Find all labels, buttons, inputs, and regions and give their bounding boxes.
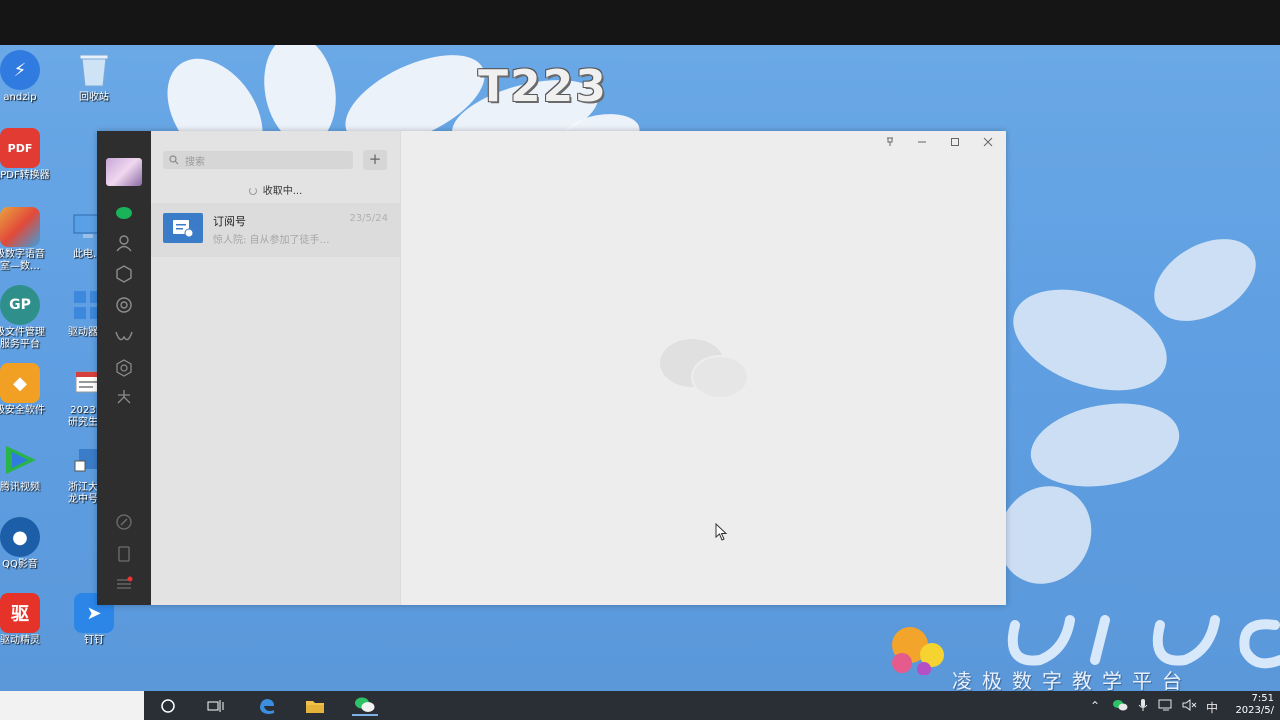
network-icon[interactable] [1158, 699, 1174, 714]
pdf-converter-icon: PDF [0, 128, 40, 168]
wallpaper-petal [1139, 222, 1271, 338]
desktop-icon-language-lab[interactable]: 级数字语音 室—数… [0, 207, 52, 273]
minimize-button[interactable] [911, 133, 933, 151]
tray-wechat-icon[interactable] [1112, 699, 1128, 714]
bandizip-icon: ⚡ [0, 50, 40, 90]
clock-date: 2023/5/ [1235, 705, 1274, 716]
moments-icon[interactable] [113, 296, 135, 314]
machine-label: T223 [478, 61, 608, 112]
desktop-icon-pdf-converter[interactable]: PDF 先PDF转换器 [0, 128, 52, 182]
microphone-icon[interactable] [1138, 699, 1148, 714]
menu-icon[interactable] [113, 575, 135, 593]
language-lab-icon [0, 207, 40, 247]
search-icon [169, 155, 179, 165]
brand-text: 凌极数字教学平台 [952, 669, 1192, 691]
chat-content-area [400, 131, 1006, 605]
search-placeholder: 搜索 [185, 156, 205, 168]
chat-list-item-subscriptions[interactable]: 订阅号 23/5/24 惊人院: 自从参加了徒手… [151, 203, 400, 257]
task-view-icon[interactable] [205, 696, 227, 716]
chat-bubble-icon[interactable] [113, 204, 135, 222]
close-button[interactable] [977, 133, 999, 151]
add-button[interactable]: + [363, 150, 387, 170]
wechat-sidebar [97, 131, 151, 605]
ime-indicator[interactable]: 中 [1206, 699, 1218, 716]
desktop-icon-file-service[interactable]: GP 级文件管理 服务平台 [0, 285, 52, 351]
file-service-icon: GP [0, 285, 40, 325]
edge-browser-icon[interactable] [256, 696, 278, 716]
tray-expand-icon[interactable]: ⌃ [1090, 699, 1100, 713]
screen-top-bar [0, 0, 1280, 45]
chat-name: 订阅号 [213, 215, 246, 228]
taskbar-search-area[interactable] [0, 691, 144, 720]
qq-player-icon: ● [0, 517, 40, 557]
user-avatar[interactable] [106, 158, 142, 186]
volume-muted-icon[interactable] [1182, 699, 1198, 714]
search-discover-icon[interactable] [113, 359, 135, 377]
cortana-icon[interactable] [157, 696, 179, 716]
maximize-button[interactable] [944, 133, 966, 151]
security-software-icon: ◆ [0, 363, 40, 403]
wechat-logo-icon [660, 339, 749, 399]
desktop-icon-bandizip[interactable]: ⚡ andzip [0, 50, 52, 104]
desktop-icon-security-software[interactable]: ◆ 级安全软件 [0, 363, 52, 417]
sync-status: 收取中... [151, 182, 400, 197]
subscription-account-icon [163, 213, 203, 243]
wechat-taskbar-icon[interactable] [352, 696, 378, 716]
contacts-icon[interactable] [113, 234, 135, 252]
mobile-link-icon[interactable] [113, 513, 135, 531]
tencent-video-icon [0, 440, 40, 480]
search-input[interactable]: 搜索 [163, 151, 353, 169]
taskbar-clock[interactable]: 7:51 2023/5/ [1235, 693, 1274, 717]
mini-programs-icon[interactable] [113, 388, 135, 406]
file-explorer-icon[interactable] [304, 696, 326, 716]
chat-date: 23/5/24 [349, 213, 388, 224]
mouse-cursor-icon [715, 523, 728, 541]
desktop-icon-recycle-bin[interactable]: 回收站 [62, 50, 126, 104]
recycle-bin-icon [74, 50, 114, 90]
desktop-icon-qq-player[interactable]: ● QQ影音 [0, 517, 52, 571]
phone-icon[interactable] [113, 545, 135, 563]
driver-genius-icon: 驱 [0, 593, 40, 633]
pin-icon[interactable] [879, 133, 901, 151]
wechat-window: 搜索 + 收取中... 订阅号 23/5/24 惊人院: 自从参加了徒手… [97, 131, 1006, 605]
channels-icon[interactable] [113, 328, 135, 346]
desktop-icon-driver-genius[interactable]: 驱 驱动精灵 [0, 593, 52, 647]
chat-list-panel: 搜索 + 收取中... 订阅号 23/5/24 惊人院: 自从参加了徒手… [151, 131, 400, 605]
wallpaper-petal [1024, 392, 1186, 498]
clock-time: 7:51 [1251, 693, 1274, 704]
taskbar: ⌃ 中 7:51 2023/5/ [0, 691, 1280, 720]
desktop-icon-tencent-video[interactable]: 腾讯视频 [0, 440, 52, 494]
loading-spinner-icon [248, 187, 257, 195]
favorites-icon[interactable] [113, 265, 135, 283]
chat-preview: 惊人院: 自从参加了徒手… [213, 235, 330, 246]
